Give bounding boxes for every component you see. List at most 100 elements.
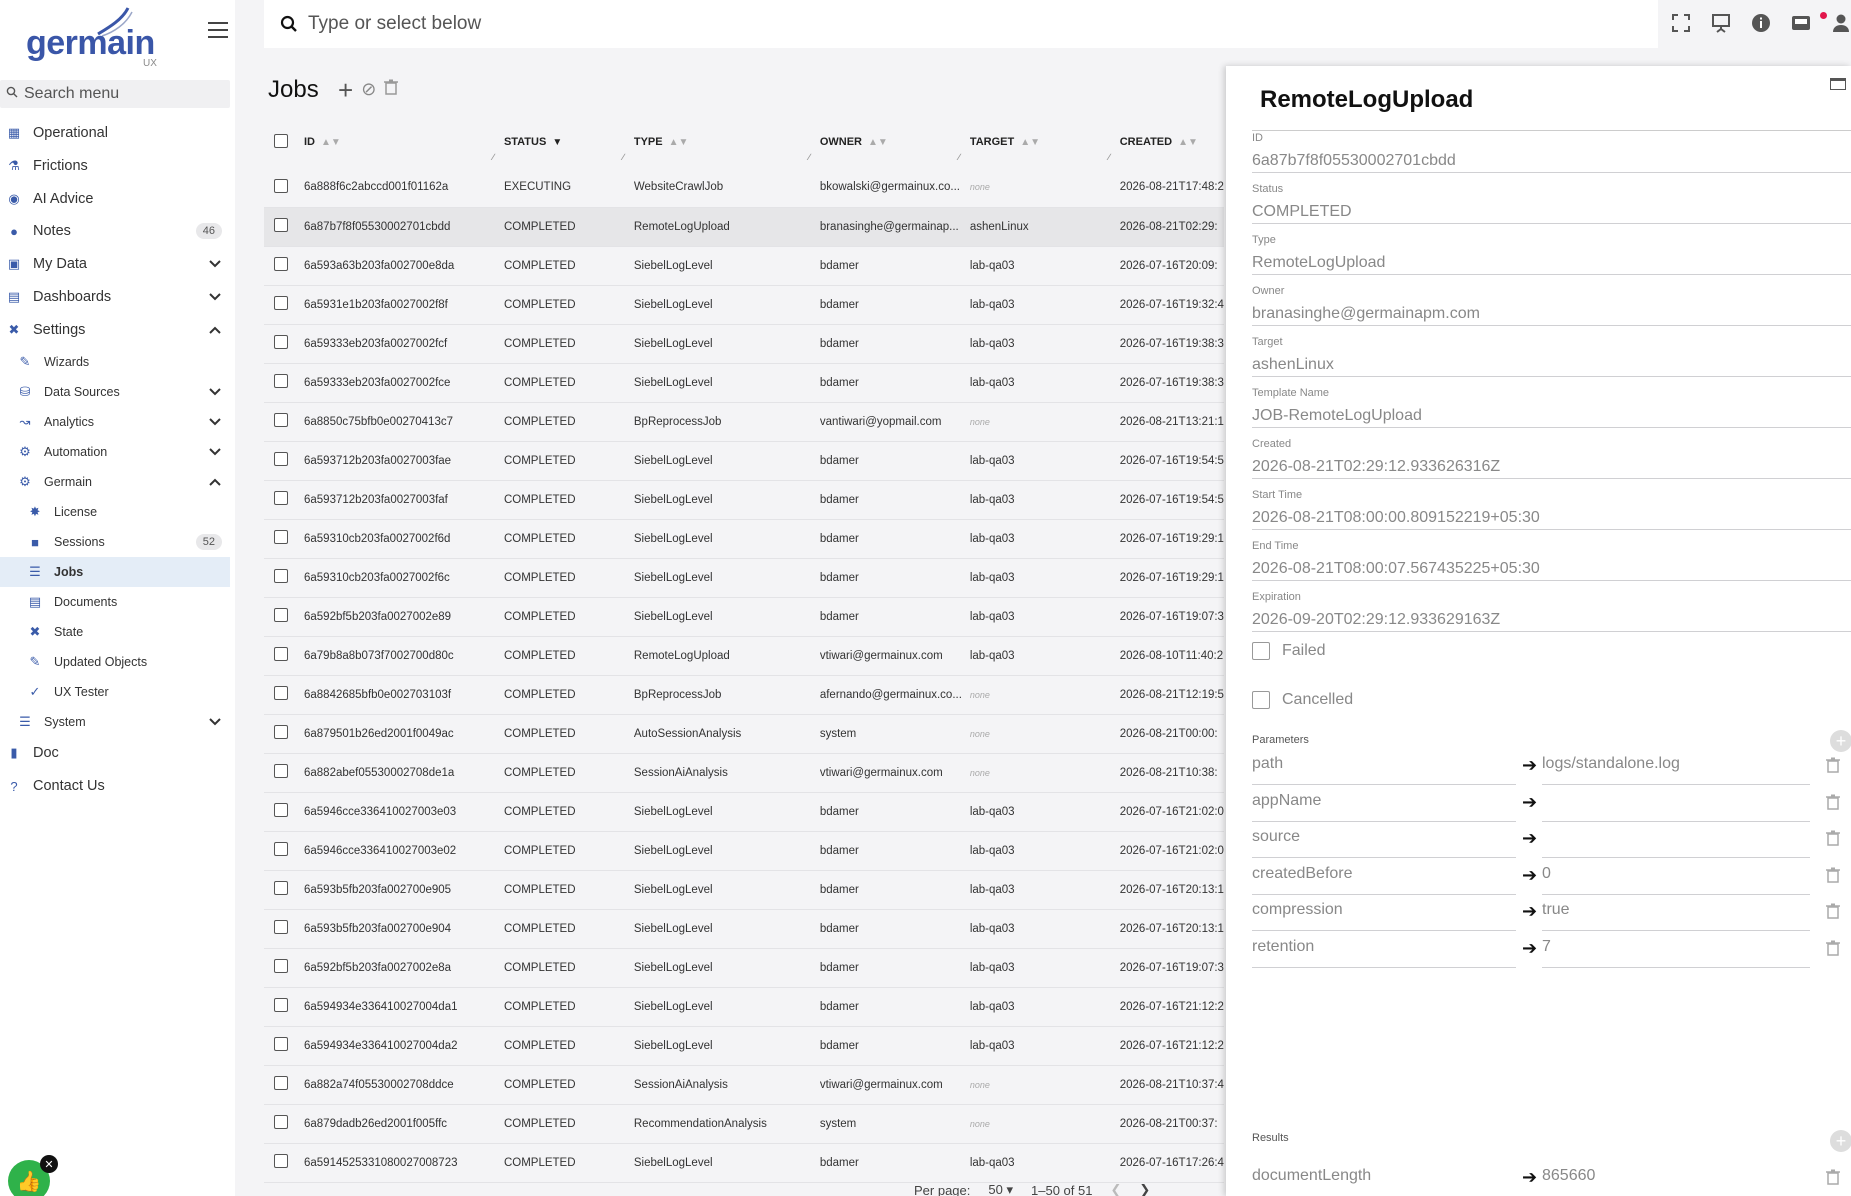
row-checkbox-cell[interactable] [264,1065,304,1105]
param-value-input[interactable]: true [1542,901,1810,931]
row-checkbox[interactable] [274,1037,288,1051]
expiration-field[interactable]: Expiration 2026-09-20T02:29:12.933629163Z [1252,581,1851,632]
chevron-down-icon[interactable] [208,290,222,304]
row-checkbox[interactable] [274,608,288,622]
chevron-down-icon[interactable] [208,257,222,271]
table-row[interactable]: 6a59333eb203fa0027002fcf COMPLETED SiebelL… [264,324,1224,364]
row-checkbox-cell[interactable] [264,558,304,598]
column-header-target[interactable]: TARGET ▲▼ ∕ [970,116,1120,168]
sidebar-item-dashboards[interactable]: ▤ Dashboards [0,282,230,312]
table-row[interactable]: 6a593a63b203fa002700e8da COMPLETED SiebelL… [264,246,1224,286]
row-checkbox-cell[interactable] [264,792,304,832]
inbox-icon[interactable] [1790,12,1812,34]
row-checkbox[interactable] [274,569,288,583]
failed-checkbox-row[interactable]: Failed [1252,642,1326,660]
table-row[interactable]: 6a882abef05530002708de1a COMPLETED Session… [264,753,1224,793]
table-row[interactable]: 6a59310cb203fa0027002f6c COMPLETED SiebelL… [264,558,1224,598]
feedback-close-icon[interactable]: ✕ [40,1155,58,1173]
sidebar-item-my-data[interactable]: ▣ My Data [0,249,230,279]
chevron-down-icon[interactable] [208,385,222,399]
sort-icon[interactable]: ▲▼ [1178,137,1198,148]
table-row[interactable]: 6a5914525331080027008723 COMPLETED SiebelL… [264,1143,1224,1183]
table-row[interactable]: 6a593b5fb203fa002700e905 COMPLETED SiebelL… [264,870,1224,910]
trash-icon[interactable] [1826,757,1840,778]
row-checkbox[interactable] [274,178,288,193]
select-all-checkbox-cell[interactable] [264,116,304,168]
param-key-input[interactable]: documentLength [1252,1167,1516,1196]
row-checkbox[interactable] [274,686,288,700]
sidebar-item-settings[interactable]: ✖ Settings [0,315,230,345]
table-row[interactable]: 6a879501b26ed2001f0049ac COMPLETED AutoSes… [264,714,1224,754]
row-checkbox[interactable] [274,491,288,505]
type-field[interactable]: Type RemoteLogUpload [1252,224,1851,275]
end-time-field[interactable]: End Time 2026-08-21T08:00:07.567435225+05… [1252,530,1851,581]
param-value-input[interactable]: 7 [1542,938,1810,968]
sidebar-item-data-sources[interactable]: ⛁ Data Sources [0,377,230,407]
target-field[interactable]: Target ashenLinux [1252,326,1851,377]
resize-handle-icon[interactable]: ∕ [1108,152,1110,162]
row-checkbox-cell[interactable] [264,675,304,715]
row-checkbox[interactable] [274,1115,288,1129]
row-checkbox[interactable] [274,764,288,778]
param-key-input[interactable]: path [1252,755,1516,785]
row-checkbox[interactable] [274,296,288,310]
sidebar-item-ux-tester[interactable]: ✓ UX Tester [0,677,230,707]
chevron-up-icon[interactable] [208,475,222,489]
table-row[interactable]: 6a8850c75bfb0e00270413c7 COMPLETED BpRepro… [264,402,1224,442]
row-checkbox-cell[interactable] [264,1104,304,1144]
param-key-input[interactable]: retention [1252,938,1516,968]
param-value-input[interactable] [1542,792,1810,822]
sidebar-item-operational[interactable]: ▦ Operational [0,118,230,148]
param-key-input[interactable]: appName [1252,792,1516,822]
chevron-down-icon[interactable] [208,715,222,729]
row-checkbox[interactable] [274,218,288,232]
sidebar-item-state[interactable]: ✖ State [0,617,230,647]
param-key-input[interactable]: source [1252,828,1516,858]
user-icon[interactable] [1830,12,1851,34]
row-checkbox[interactable] [274,959,288,973]
owner-field[interactable]: Owner branasinghe@germainapm.com [1252,275,1851,326]
table-row[interactable]: 6a5946cce336410027003e02 COMPLETED SiebelL… [264,831,1224,871]
chevron-up-icon[interactable] [208,323,222,337]
add-result-icon[interactable]: + [1830,1130,1851,1152]
table-row[interactable]: 6a879dadb26ed2001f005ffc COMPLETED Recomme… [264,1104,1224,1144]
sort-desc-icon[interactable]: ▼ [552,137,562,148]
table-row[interactable]: 6a79b8a8b073f7002700d80c COMPLETED RemoteL… [264,636,1224,676]
prev-page-icon[interactable]: ❮ [1110,1182,1121,1196]
sidebar-item-system[interactable]: ☰ System [0,707,230,737]
sidebar-item-jobs[interactable]: ☰ Jobs [0,557,230,587]
row-checkbox-cell[interactable] [264,948,304,988]
row-checkbox[interactable] [274,530,288,544]
sidebar-item-updated-objects[interactable]: ✎ Updated Objects [0,647,230,677]
row-checkbox-cell[interactable] [264,909,304,949]
trash-icon[interactable] [1826,1169,1840,1190]
param-value-input[interactable]: 0 [1542,865,1810,895]
row-checkbox[interactable] [274,452,288,466]
row-checkbox[interactable] [274,257,288,271]
row-checkbox-cell[interactable] [264,441,304,481]
sort-icon[interactable]: ▲▼ [669,137,689,148]
row-checkbox[interactable] [274,725,288,739]
start-time-field[interactable]: Start Time 2026-08-21T08:00:00.809152219+… [1252,479,1851,530]
chevron-down-icon[interactable] [208,445,222,459]
fullscreen-icon[interactable] [1670,12,1692,34]
table-row[interactable]: 6a594934e336410027004da2 COMPLETED SiebelL… [264,1026,1224,1066]
row-checkbox-cell[interactable] [264,168,304,208]
cancelled-checkbox[interactable] [1252,691,1270,709]
table-row[interactable]: 6a8842685bfb0e002703103f COMPLETED BpRepro… [264,675,1224,715]
row-checkbox-cell[interactable] [264,597,304,637]
row-checkbox[interactable] [274,842,288,856]
table-row[interactable]: 6a882a74f05530002708ddce COMPLETED Session… [264,1065,1224,1105]
trash-icon[interactable] [1826,903,1840,924]
sort-icon[interactable]: ▲▼ [321,137,341,148]
param-key-input[interactable]: compression [1252,901,1516,931]
row-checkbox-cell[interactable] [264,753,304,793]
sidebar-item-analytics[interactable]: ↝ Analytics [0,407,230,437]
row-checkbox-cell[interactable] [264,831,304,871]
trash-icon[interactable] [1826,940,1840,961]
add-job-icon[interactable]: + [338,77,353,103]
row-checkbox-cell[interactable] [264,987,304,1027]
delete-job-icon[interactable] [384,79,399,100]
per-page-select[interactable]: 50 ▾ [988,1182,1013,1196]
sidebar-item-documents[interactable]: ▤ Documents [0,587,230,617]
